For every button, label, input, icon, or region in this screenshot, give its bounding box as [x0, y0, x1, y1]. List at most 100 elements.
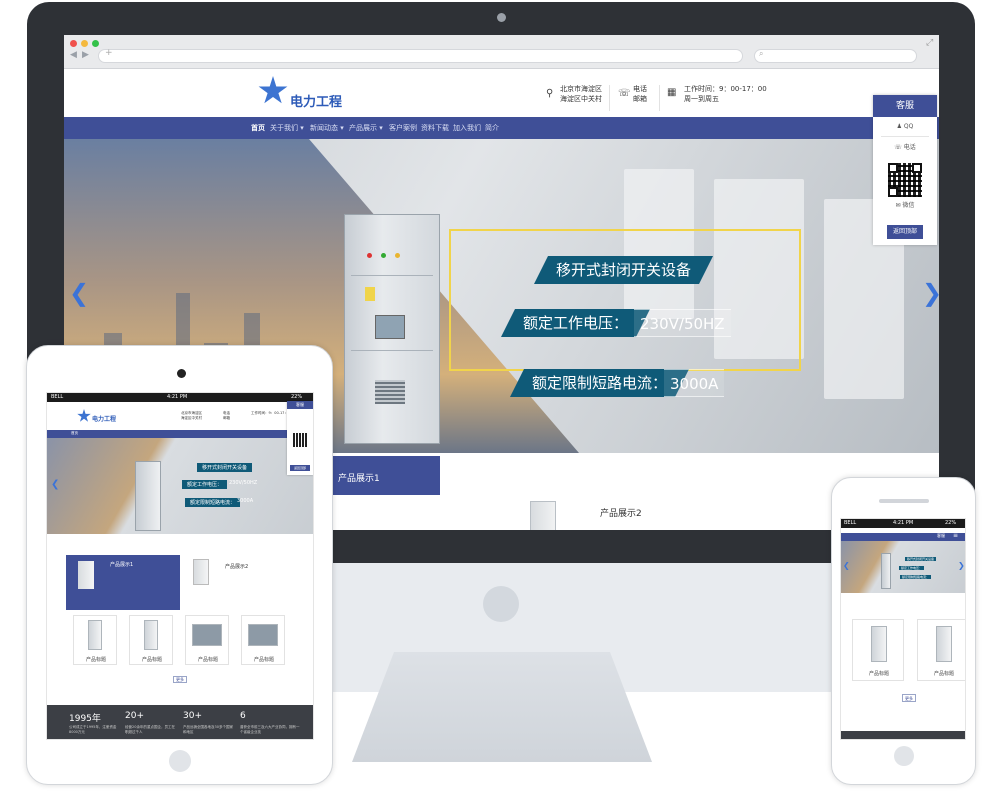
monitor-camera [497, 13, 506, 22]
main-nav [47, 430, 313, 438]
switchgear-cabinet-image [135, 461, 161, 531]
nav-join[interactable]: 加入我们 [453, 123, 481, 133]
back-to-top-button[interactable]: 返回顶部 [290, 465, 310, 471]
logo-text[interactable]: 电力工程 [92, 414, 116, 423]
service-title[interactable]: 客服 [937, 533, 945, 539]
expand-icon[interactable]: ⤢ [926, 38, 933, 48]
menu-icon[interactable]: ≡ [953, 532, 958, 539]
phone-status-bar: BELL 4:21 PM 22% [841, 519, 965, 528]
more-button[interactable]: 更多 [902, 694, 916, 702]
logo-text[interactable]: 电力工程 [290, 91, 342, 110]
banner-next-arrow-icon[interactable]: ❯ [958, 561, 965, 570]
nav-home[interactable]: 首页 [71, 431, 78, 436]
tablet-home-button[interactable] [169, 750, 191, 772]
phone-icon: ☏ [894, 144, 902, 151]
product-card[interactable]: 产品标题 [185, 615, 229, 665]
nav-about[interactable]: 关于我们 ▾ [270, 123, 304, 133]
calendar-icon: ▦ [667, 87, 677, 98]
browser-chrome: ◀ ▶ + ⌕ ⤢ [64, 35, 939, 69]
nav-products[interactable]: 产品展示 ▾ [349, 123, 383, 133]
logo-star-icon[interactable] [77, 409, 91, 422]
product-tab-1[interactable]: 产品展示1 [66, 555, 180, 610]
banner-frame [449, 229, 801, 371]
spec1-label: 额定工作电压： [182, 480, 228, 489]
banner-headline: 移开式封闭开关设备 [197, 463, 253, 472]
monitor-logo [483, 586, 519, 622]
product-thumbnail[interactable] [530, 501, 556, 531]
more-button[interactable]: 更多 [173, 676, 187, 683]
map-pin-icon: ⚲ [546, 88, 554, 99]
switchgear-cabinet-image [881, 553, 891, 589]
qr-code [888, 163, 922, 197]
wechat-icon: ✉ [895, 202, 901, 209]
phone-home-button[interactable] [894, 746, 914, 766]
nav-intro[interactable]: 简介 [485, 123, 499, 133]
tablet-status-bar: BELL 4:21 PM 22% [47, 393, 313, 402]
contact-info: 电话 邮箱 [633, 85, 647, 103]
maximize-dot[interactable] [92, 40, 99, 47]
spec1-value: 230V/50HZ [634, 309, 731, 337]
phone-icon: ☏ [618, 88, 631, 99]
stat-awards-text: 曾获全市前三及六大产业协同，拥有一个省级企业技 [240, 725, 300, 734]
product-thumbnail[interactable] [193, 559, 209, 585]
header-divider [609, 85, 610, 111]
main-nav [64, 117, 939, 139]
close-dot[interactable] [70, 40, 77, 47]
hours-info: 工作时间：9：00-17：00 周一到周五 [684, 85, 767, 103]
hero-banner [47, 438, 313, 534]
banner-headline: 移开式封闭开关设备 [534, 256, 713, 284]
address-bar[interactable]: + [98, 48, 743, 63]
monitor-stand [352, 652, 652, 762]
site-header [64, 69, 939, 117]
back-arrow-icon[interactable]: ◀ [70, 50, 77, 60]
spec1-value: 230V/50HZ [229, 480, 258, 486]
switchgear-cabinet-image [344, 214, 440, 444]
nav-downloads[interactable]: 资料下载 [421, 123, 449, 133]
stat-year: 1995年 [69, 714, 101, 724]
phone-speaker [879, 499, 929, 503]
product-card[interactable]: 产品标题 [73, 615, 117, 665]
stat-years-text: 经营20余年的重点国企，员工在职超过千人 [125, 725, 175, 734]
browser-search[interactable]: ⌕ [754, 49, 917, 63]
service-wechat[interactable]: ✉ 微信 [873, 200, 937, 209]
banner-headline: 移开式封闭开关设备 [905, 557, 937, 561]
spec2-value: 3000A [664, 369, 725, 397]
tablet-camera [177, 369, 186, 378]
banner-prev-arrow-icon[interactable]: ❮ [69, 279, 89, 307]
nav-cases[interactable]: 客户案例 [389, 123, 417, 133]
address-info: 北京市海淀区 海淀区中关村 [560, 85, 602, 103]
banner-prev-arrow-icon[interactable]: ❮ [51, 479, 59, 490]
header-divider [659, 85, 660, 111]
service-qq[interactable]: ♟ QQ [873, 123, 937, 130]
contact-info: 电话 邮箱 [223, 411, 230, 420]
product-card[interactable]: 产品标题 [917, 619, 965, 681]
spec2-label: 额定限制短路电流： [510, 369, 689, 397]
spec1-label: 额定工作电压： [501, 309, 650, 337]
customer-service-panel: 客服 返回顶部 [287, 401, 313, 475]
stats-section [841, 731, 965, 739]
banner-prev-arrow-icon[interactable]: ❮ [843, 561, 850, 570]
mobile-header: 客服 ≡ [841, 532, 965, 541]
stat-years: 20+ [125, 711, 144, 721]
back-to-top-button[interactable]: 返回顶部 [887, 225, 923, 239]
nav-home[interactable]: 首页 [251, 123, 265, 133]
stat-countries-text: 产品远销全国各地及30多个国家和地区 [183, 725, 233, 734]
stat-countries: 30+ [183, 711, 202, 721]
spec2-label: 额定限制短路电流： [185, 498, 241, 507]
product-tab-2[interactable]: 产品展示2 [225, 563, 248, 570]
spec2-value: 3000A [237, 498, 254, 504]
nav-news[interactable]: 新闻动态 ▾ [310, 123, 344, 133]
search-icon: ⌕ [759, 49, 764, 58]
product-card[interactable]: 产品标题 [129, 615, 173, 665]
product-card[interactable]: 产品标题 [241, 615, 285, 665]
qr-code [293, 433, 307, 447]
qq-icon: ♟ [896, 123, 902, 130]
product-tab-2[interactable]: 产品展示2 [600, 506, 642, 519]
minimize-dot[interactable] [81, 40, 88, 47]
spec2-label: 额定限制短路电流： [900, 575, 932, 579]
forward-arrow-icon[interactable]: ▶ [82, 50, 89, 60]
stat-awards: 6 [240, 711, 246, 721]
banner-next-arrow-icon[interactable]: ❯ [922, 279, 939, 307]
product-card[interactable]: 产品标题 [852, 619, 904, 681]
service-phone[interactable]: ☏ 电话 [873, 142, 937, 151]
